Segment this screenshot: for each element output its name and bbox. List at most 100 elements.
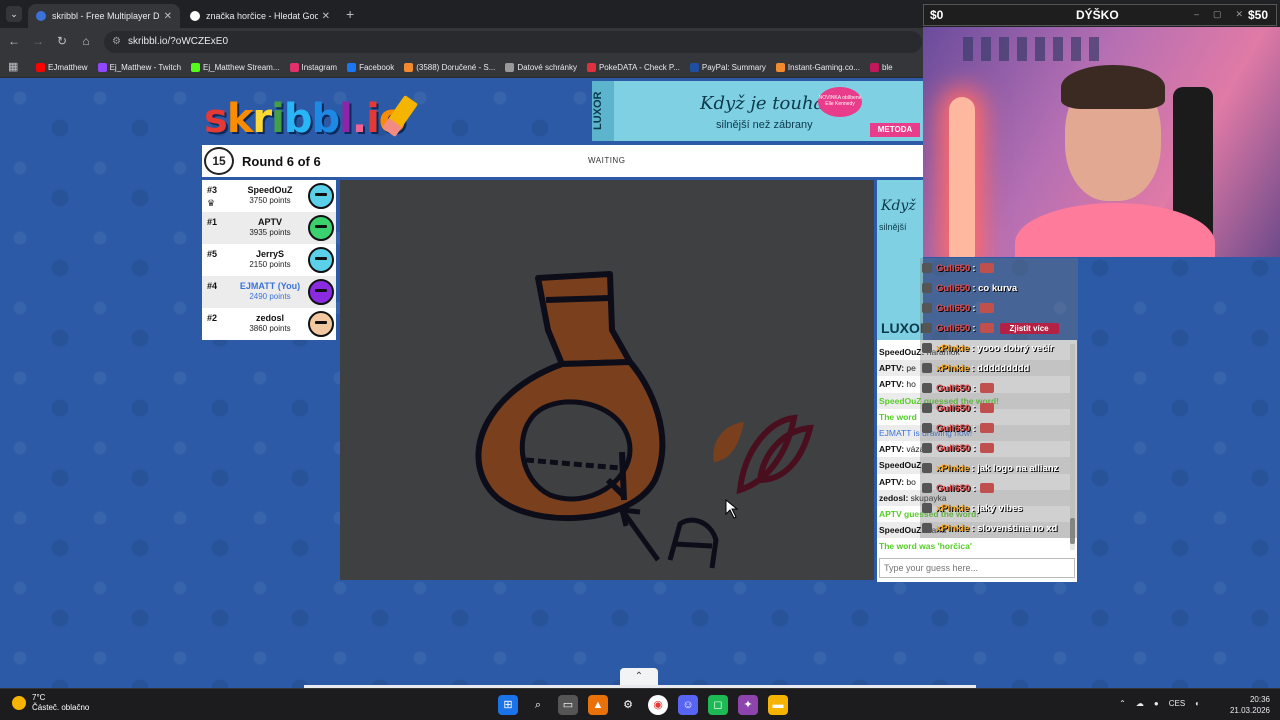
player-row[interactable]: #2 zedosl 3860 points: [202, 308, 336, 340]
bookmark-favicon-icon: [36, 62, 45, 72]
stream-chat-line: Guli650:: [920, 438, 1078, 458]
close-tab-icon[interactable]: ✕: [164, 11, 172, 22]
badge-icon: [922, 523, 932, 533]
search-icon[interactable]: ⌕: [528, 695, 548, 715]
bookmark-item[interactable]: Facebook: [347, 62, 394, 72]
stream-chat-user: Guli650: [936, 402, 971, 414]
bookmark-item[interactable]: PayPal: Summary: [689, 62, 766, 72]
stream-chat-line: xPinkie: jak logo na allianz: [920, 458, 1078, 478]
badge-icon: [922, 263, 932, 273]
app-icon-green[interactable]: ◻: [708, 695, 728, 715]
tab-google[interactable]: značka horčice - Hledat Googl ✕: [182, 4, 338, 28]
chat-user: SpeedOuZ: [879, 395, 922, 406]
drawing-stroke-letter: [667, 517, 719, 569]
bookmark-favicon-icon: [191, 62, 201, 72]
bookmark-item[interactable]: ble: [869, 62, 893, 72]
player-points: 3935 points: [249, 228, 291, 237]
network-icon[interactable]: ☁: [1136, 699, 1144, 708]
discord-icon[interactable]: ☺: [678, 695, 698, 715]
game-header: 15 Round 6 of 6 WAITING: [202, 145, 923, 177]
ad-banner-side[interactable]: Když silnější LUXOR: [877, 180, 923, 340]
chat-message: The word was 'horčica': [877, 538, 1071, 554]
taskbar-clock[interactable]: 20:36 21.03.2026: [1230, 694, 1270, 716]
bookmark-item[interactable]: (3588) Doručené - S...: [404, 62, 495, 72]
player-row[interactable]: #5 JerryS 2150 points: [202, 244, 336, 276]
home-icon[interactable]: ⌂: [78, 34, 94, 48]
bookmark-favicon-icon: [289, 62, 299, 72]
stream-chat-text: :: [972, 322, 976, 334]
guess-input[interactable]: [879, 558, 1075, 578]
badge-icon: [922, 363, 932, 373]
emote-icon: [979, 483, 994, 493]
badge-icon: [922, 403, 932, 413]
emote-icon: [979, 383, 994, 393]
stream-chat-text: : jak logo na allianz: [971, 462, 1059, 474]
new-tab-icon[interactable]: +: [346, 6, 354, 22]
player-avatar: [308, 279, 334, 305]
app-icon-purple[interactable]: ✦: [738, 695, 758, 715]
drawing-canvas[interactable]: [340, 180, 874, 580]
chat-text: ho: [906, 379, 916, 390]
bookmark-item[interactable]: Ej_Matthew - Twitch: [97, 62, 181, 72]
forward-icon[interactable]: →: [30, 34, 46, 48]
site-info-icon[interactable]: ⚙: [112, 31, 121, 53]
close-tab-icon[interactable]: ✕: [322, 11, 330, 22]
drawing-stroke-neck-band: [545, 295, 611, 303]
player-rank: #4: [207, 281, 218, 291]
tab-search-button[interactable]: ⌄: [6, 6, 22, 22]
tray-expand-icon[interactable]: ⌃: [1119, 699, 1126, 708]
bookmark-list: EJmatthew Ej_Matthew - Twitch Ej_Matthew S…: [36, 56, 893, 78]
file-explorer-icon[interactable]: ▬: [768, 695, 788, 715]
player-rank: #5: [207, 249, 218, 259]
stream-chat-user: Guli650: [936, 422, 971, 434]
language-indicator[interactable]: CES: [1169, 699, 1185, 708]
chrome-icon[interactable]: ◉: [648, 695, 668, 715]
stream-chat-line: Guli650:: [920, 298, 1078, 318]
bookmark-item[interactable]: Datové schránky: [505, 62, 577, 72]
stream-chat-user: Guli650: [936, 302, 971, 314]
player-row[interactable]: #1 APTV 3935 points: [202, 212, 336, 244]
app-icon-orange[interactable]: ▲: [588, 695, 608, 715]
mic-icon[interactable]: ●: [1154, 699, 1159, 708]
back-icon[interactable]: ←: [6, 34, 22, 48]
chat-text: The word was 'horčica': [879, 541, 972, 552]
apps-grid-icon[interactable]: ▦: [8, 60, 18, 73]
scroll-up-button[interactable]: ⌃: [620, 668, 658, 686]
clock-date: 21.03.2026: [1229, 706, 1270, 715]
ad-banner-top[interactable]: LUXOR Když je touha silnější než zábrany…: [592, 81, 923, 141]
bookmark-item[interactable]: Ej_Matthew Stream...: [191, 62, 280, 72]
windows-taskbar: 7°C Částeč. oblačno ⊞ ⌕ ▭ ▲ ⚙ ◉ ☺ ◻ ✦ ▬ …: [0, 688, 1280, 720]
volume-icon[interactable]: ◐: [1195, 699, 1200, 708]
player-name: APTV: [257, 217, 282, 227]
ad-badge: NOVINKA oblíbené Elle Kennedy: [818, 87, 862, 117]
bookmark-label: EJmatthew: [48, 62, 88, 72]
address-bar[interactable]: ⚙ skribbl.io/?oWCZExE0: [104, 31, 922, 53]
stream-chat-user: Guli650: [936, 382, 971, 394]
stream-chat-user: Guli650: [936, 482, 971, 494]
player-avatar: [308, 311, 334, 337]
bookmark-item[interactable]: Instagram: [289, 62, 337, 72]
start-icon[interactable]: ⊞: [498, 695, 518, 715]
badge-icon: [922, 343, 932, 353]
player-points: 3750 points: [249, 196, 291, 205]
tab-skribbl[interactable]: skribbl - Free Multiplayer D ✕: [28, 4, 180, 28]
player-row[interactable]: #3 ♛ SpeedOuZ 3750 points: [202, 180, 336, 212]
reload-icon[interactable]: ↻: [54, 34, 70, 48]
tip-current: $0: [930, 8, 944, 22]
tip-overlay: $0 DÝŠKO –▢✕ $50: [923, 4, 1277, 26]
chat-user: zedosl:: [879, 492, 909, 503]
chat-user: APTV:: [879, 444, 905, 455]
chat-text: The word: [879, 411, 917, 422]
learn-more-button[interactable]: Zjistit více: [999, 322, 1059, 334]
player-points: 2150 points: [249, 260, 291, 269]
stream-chat-text: :: [972, 402, 976, 414]
ad-side-brand: LUXOR: [881, 320, 923, 336]
player-row[interactable]: #4 EJMATT (You) 2490 points: [202, 276, 336, 308]
steam-icon[interactable]: ⚙: [618, 695, 638, 715]
stream-chat-line: xPinkie: slovenština no xd: [920, 518, 1078, 538]
weather-widget[interactable]: 7°C Částeč. oblačno: [12, 693, 89, 713]
bookmark-item[interactable]: PokeDATA - Check P...: [586, 62, 680, 72]
bookmark-item[interactable]: Instant-Gaming.co...: [775, 62, 860, 72]
task-view-icon[interactable]: ▭: [558, 695, 578, 715]
bookmark-item[interactable]: EJmatthew: [36, 62, 88, 72]
